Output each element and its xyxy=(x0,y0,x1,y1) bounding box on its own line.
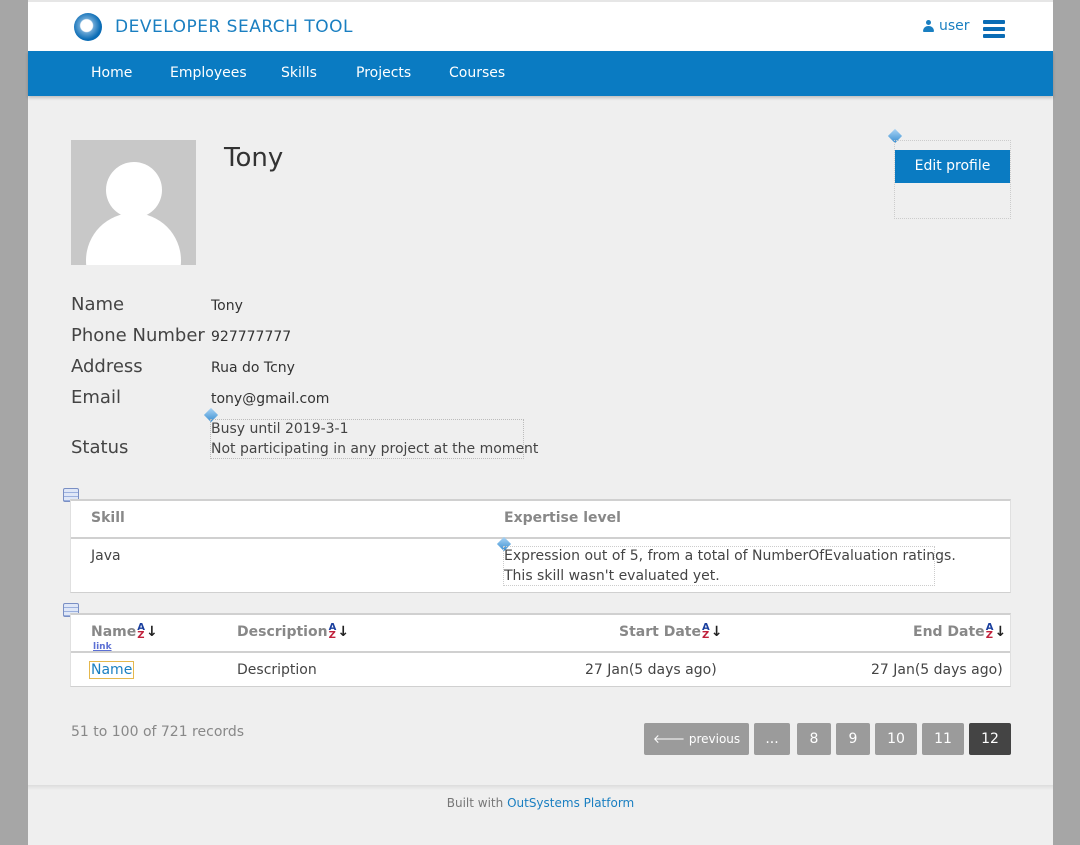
previous-page-button[interactable]: 🡐 previous xyxy=(644,723,749,755)
field-label-email: Email xyxy=(71,387,121,408)
column-header-end-date-label: End Date xyxy=(913,624,985,640)
field-label-name: Name xyxy=(71,294,125,315)
field-label-phone: Phone Number xyxy=(71,325,205,346)
column-header-skill: Skill xyxy=(91,510,125,526)
footer-divider xyxy=(28,785,1053,790)
column-header-start-date-label: Start Date xyxy=(619,624,701,640)
status-line-busy: Busy until 2019-3-1 xyxy=(211,421,349,437)
status-line-project: Not participating in any project at the … xyxy=(211,441,539,457)
project-name-link[interactable]: Name xyxy=(89,661,135,679)
column-header-expertise: Expertise level xyxy=(504,510,621,526)
nav-item-projects[interactable]: Projects xyxy=(356,65,411,81)
skill-cell: Java xyxy=(91,548,121,564)
footer-prefix: Built with xyxy=(446,796,504,810)
nav-item-home[interactable]: Home xyxy=(91,65,132,81)
logo-icon[interactable] xyxy=(74,13,102,41)
edit-profile-button[interactable]: Edit profile xyxy=(895,150,1010,183)
column-header-start-date[interactable]: Start Date A Z ↓ xyxy=(619,622,723,641)
profile-name: Tony xyxy=(224,143,284,173)
page-button-11[interactable]: 11 xyxy=(922,723,964,755)
sort-arrow-icon: ↓ xyxy=(146,624,158,640)
nav-item-courses[interactable]: Courses xyxy=(449,65,505,81)
skills-table: Skill Expertise level Java Expression ou… xyxy=(70,499,1011,593)
field-value-name: Tony xyxy=(211,298,243,314)
header-divider xyxy=(71,537,1010,539)
page: DEVELOPER SEARCH TOOL user Home Employee… xyxy=(28,0,1053,845)
user-icon xyxy=(923,20,934,32)
header-divider xyxy=(71,651,1010,653)
page-button-12[interactable]: 12 xyxy=(969,723,1011,755)
field-value-address: Rua do Tcny xyxy=(211,360,295,376)
arrow-left-icon: 🡐 xyxy=(652,732,686,746)
sort-arrow-icon: ↓ xyxy=(710,624,723,640)
user-label: user xyxy=(939,18,970,34)
field-value-phone: 927777777 xyxy=(211,329,292,345)
project-end-date-cell: 27 Jan(5 days ago) xyxy=(871,662,1003,678)
footer: Built with OutSystems Platform xyxy=(28,796,1053,810)
sort-az-icon: AZ xyxy=(701,622,710,641)
sort-arrow-icon: ↓ xyxy=(994,624,1007,640)
nav-item-skills[interactable]: Skills xyxy=(281,65,317,81)
column-header-description-label: Description xyxy=(237,624,328,640)
main-nav: Home Employees Skills Projects Courses xyxy=(28,51,1053,96)
project-start-date-cell: 27 Jan(5 days ago) xyxy=(585,662,717,678)
pagination-ellipsis[interactable]: ... xyxy=(754,723,790,755)
column-header-end-date[interactable]: End Date A Z ↓ xyxy=(913,622,1007,641)
sort-az-icon: AZ xyxy=(137,622,145,641)
footer-platform-link[interactable]: OutSystems Platform xyxy=(507,796,634,810)
column-header-name-label: Name xyxy=(91,624,137,640)
records-count: 51 to 100 of 721 records xyxy=(71,724,245,740)
field-label-address: Address xyxy=(71,356,143,377)
hamburger-menu-icon[interactable] xyxy=(983,20,1005,38)
nav-item-employees[interactable]: Employees xyxy=(170,65,247,81)
projects-table: Name A Z ↓ Description A Z ↓ Start Date A Z ↓ End… xyxy=(70,613,1011,687)
expertise-cell-line2: This skill wasn't evaluated yet. xyxy=(504,568,720,584)
sort-arrow-icon: ↓ xyxy=(337,624,350,640)
app-title[interactable]: DEVELOPER SEARCH TOOL xyxy=(115,17,353,37)
user-menu-link[interactable]: user xyxy=(923,18,970,34)
expertise-cell-line1: Expression out of 5, from a total of Num… xyxy=(504,548,956,564)
avatar xyxy=(71,140,196,265)
field-value-email: tony@gmail.com xyxy=(211,391,330,407)
sort-az-icon: AZ xyxy=(985,622,994,641)
page-button-9[interactable]: 9 xyxy=(836,723,870,755)
sort-az-icon: AZ xyxy=(328,622,337,641)
previous-label: previous xyxy=(688,732,741,746)
top-bar: DEVELOPER SEARCH TOOL user xyxy=(28,0,1053,51)
column-header-name[interactable]: Name A Z ↓ xyxy=(91,622,158,641)
page-button-10[interactable]: 10 xyxy=(875,723,917,755)
project-description-cell: Description xyxy=(237,662,317,678)
page-button-8[interactable]: 8 xyxy=(797,723,831,755)
field-label-status: Status xyxy=(71,437,129,458)
column-header-description[interactable]: Description A Z ↓ xyxy=(237,622,350,641)
